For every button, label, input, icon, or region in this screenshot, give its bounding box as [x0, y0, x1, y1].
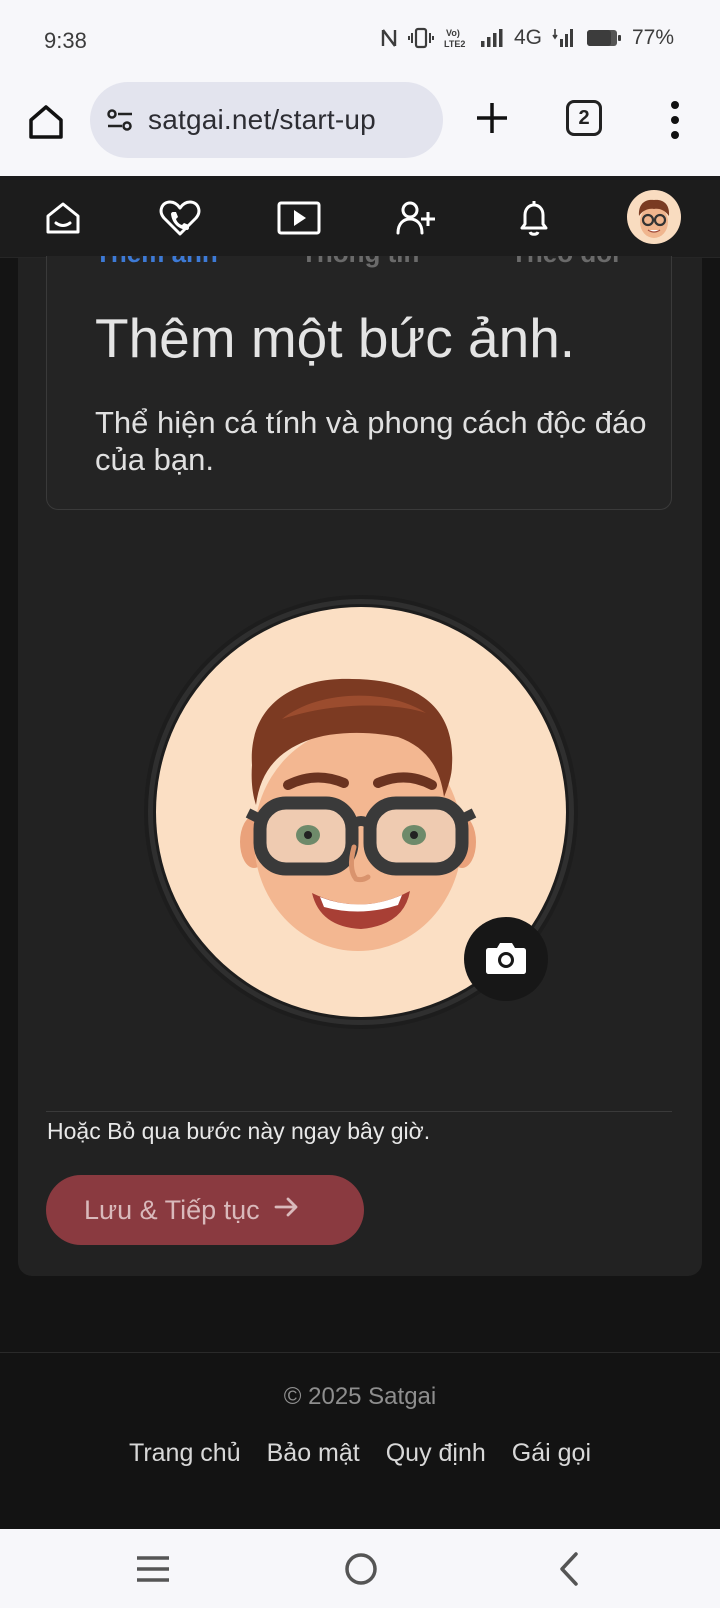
bell-icon[interactable]: [512, 196, 556, 240]
signal-icon: [480, 27, 504, 49]
page-title: Thêm một bức ảnh.: [95, 307, 576, 369]
browser-toolbar: satgai.net/start-up 2: [0, 78, 720, 176]
volte-icon: Vo) LTE2: [444, 26, 470, 50]
site-settings-icon[interactable]: [104, 104, 136, 136]
battery-level: 77%: [631, 26, 674, 49]
camera-upload-button[interactable]: [464, 917, 548, 1001]
footer-copyright: © 2025 Satgai: [283, 1383, 437, 1410]
home-button-icon[interactable]: [341, 1549, 381, 1589]
arrow-right-icon: [274, 1195, 300, 1226]
status-icons: Vo) LTE2 4G 77%: [380, 26, 674, 50]
footer-link-privacy[interactable]: Bảo mật: [267, 1439, 360, 1468]
new-tab-icon[interactable]: [472, 98, 512, 138]
site-nav: [0, 176, 720, 258]
skip-step-link[interactable]: Hoặc Bỏ qua bước này ngay bây giờ.: [47, 1118, 430, 1145]
home-icon[interactable]: [41, 196, 85, 240]
system-navigation-bar: [0, 1529, 720, 1608]
svg-text:Vo): Vo): [446, 28, 460, 38]
back-icon[interactable]: [549, 1549, 589, 1589]
startup-card: Thêm ảnh Thông tin Theo dõi Thêm một bức…: [18, 256, 702, 1276]
nfc-icon: [380, 27, 398, 49]
footer-link-rules[interactable]: Quy định: [386, 1439, 486, 1468]
url-text: satgai.net/start-up: [148, 104, 376, 135]
footer-links: Trang chủ Bảo mật Quy định Gái gọi: [0, 1439, 720, 1468]
step-tab-follow[interactable]: Theo dõi: [511, 256, 619, 269]
divider: [46, 1111, 672, 1112]
svg-text:LTE2: LTE2: [444, 39, 465, 49]
footer-link-gai-goi[interactable]: Gái gọi: [512, 1439, 591, 1468]
video-play-icon[interactable]: [276, 196, 322, 240]
recent-apps-icon[interactable]: [133, 1549, 173, 1589]
tab-switcher-button[interactable]: 2: [566, 100, 602, 136]
signal-2-icon: [552, 27, 576, 49]
status-bar: 9:38 Vo) LTE2 4G 77%: [0, 0, 720, 78]
address-bar[interactable]: satgai.net/start-up: [90, 82, 443, 158]
vibrate-icon: [407, 27, 434, 49]
camera-icon: [485, 939, 527, 980]
more-menu-icon[interactable]: [666, 98, 684, 142]
network-type: 4G: [513, 26, 542, 49]
page-subtitle: Thể hiện cá tính và phong cách độc đáo c…: [95, 405, 647, 477]
step-tabs: Thêm ảnh Thông tin Theo dõi: [47, 256, 671, 268]
browser-home-icon[interactable]: [26, 102, 66, 142]
step-tab-add-photo[interactable]: Thêm ảnh: [95, 256, 218, 269]
save-continue-button[interactable]: Lưu & Tiếp tục: [46, 1175, 364, 1245]
status-time: 9:38: [44, 28, 87, 53]
heart-call-icon[interactable]: [158, 196, 202, 240]
footer-link-home[interactable]: Trang chủ: [129, 1439, 241, 1468]
battery-icon: [586, 28, 622, 48]
user-avatar[interactable]: [627, 190, 681, 244]
step-box: Thêm ảnh Thông tin Theo dõi Thêm một bức…: [46, 256, 672, 510]
step-tab-info[interactable]: Thông tin: [301, 256, 419, 269]
add-user-icon[interactable]: [394, 196, 438, 240]
save-continue-label: Lưu & Tiếp tục: [84, 1194, 260, 1225]
footer: © 2025 Satgai Trang chủ Bảo mật Quy định…: [0, 1352, 720, 1529]
